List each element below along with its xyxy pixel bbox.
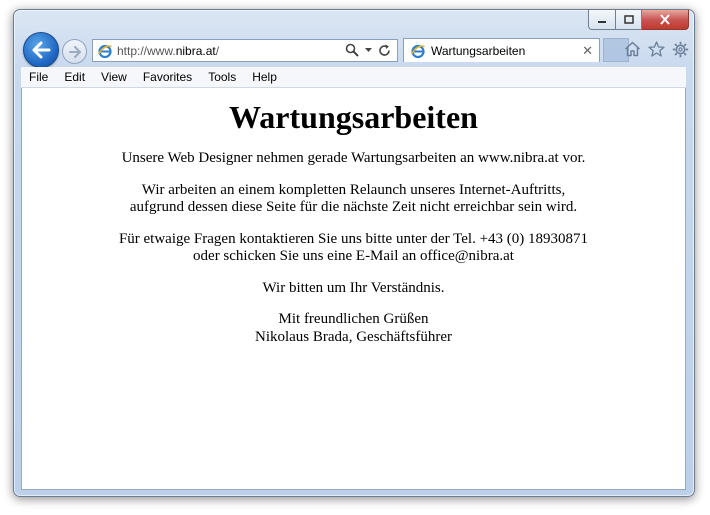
settings-button[interactable]: [671, 40, 689, 58]
paragraph-intro: Unsere Web Designer nehmen gerade Wartun…: [22, 150, 685, 168]
paragraph-line: Wir bitten um Ihr Verständnis.: [262, 279, 445, 296]
menu-favorites[interactable]: Favorites: [135, 67, 200, 88]
ie-logo-icon: [97, 44, 112, 58]
paragraph-relaunch: Wir arbeiten an einem kompletten Relaunc…: [22, 182, 685, 217]
gear-icon: [672, 41, 688, 57]
address-url[interactable]: http://www.nibra.at/: [117, 44, 219, 58]
paragraph-line: Für etwaige Fragen kontaktieren Sie uns …: [118, 230, 589, 247]
window-caption-buttons: [588, 10, 689, 30]
tab-close-icon[interactable]: ✕: [582, 43, 593, 59]
paragraph-line: Mit freundlichen Grüßen: [278, 311, 429, 327]
paragraph-line: aufgrund dessen diese Seite für die näch…: [129, 199, 578, 215]
menu-edit[interactable]: Edit: [56, 67, 93, 88]
paragraph-line: oder schicken Sie uns eine E-Mail an off…: [193, 248, 514, 264]
star-icon: [647, 41, 665, 57]
menu-view[interactable]: View: [93, 67, 135, 88]
menu-file[interactable]: File: [21, 67, 56, 88]
ie-logo-icon: [410, 44, 425, 58]
chevron-down-icon[interactable]: [365, 47, 372, 53]
paragraph-signature: Mit freundlichen Grüßen Nikolaus Brada, …: [22, 311, 685, 346]
paragraph-contact: Für etwaige Fragen kontaktieren Sie uns …: [22, 231, 685, 266]
minimize-button[interactable]: [588, 10, 616, 30]
page-content: Wartungsarbeiten Unsere Web Designer neh…: [21, 88, 686, 490]
favorites-button[interactable]: [647, 40, 665, 58]
forward-arrow-icon: [68, 45, 81, 58]
maximize-button[interactable]: [616, 10, 642, 30]
browser-window: http://www.nibra.at/ Wartungsarbeiten ✕: [13, 9, 695, 497]
refresh-icon[interactable]: [378, 44, 391, 57]
menu-help[interactable]: Help: [244, 67, 285, 88]
forward-button[interactable]: [62, 39, 87, 64]
toolbar-icons: [611, 40, 689, 58]
paragraph-line: Nikolaus Brada, Geschäftsführer: [254, 328, 452, 345]
home-button[interactable]: [623, 40, 641, 58]
home-icon: [624, 41, 640, 57]
paragraph-line: Wir arbeiten an einem kompletten Relaunc…: [141, 181, 566, 198]
back-button[interactable]: [23, 32, 59, 68]
close-icon: [660, 14, 670, 25]
search-icon[interactable]: [345, 43, 359, 57]
close-button[interactable]: [642, 10, 689, 30]
paragraph-understanding: Wir bitten um Ihr Verständnis.: [22, 280, 685, 298]
address-tools: [345, 43, 391, 57]
page-title: Wartungsarbeiten: [229, 99, 478, 135]
tab-title: Wartungsarbeiten: [431, 43, 526, 58]
menu-tools[interactable]: Tools: [200, 67, 244, 88]
tab-wartungsarbeiten[interactable]: Wartungsarbeiten ✕: [403, 38, 600, 62]
menu-bar: File Edit View Favorites Tools Help: [21, 67, 686, 88]
address-bar[interactable]: http://www.nibra.at/: [92, 39, 398, 62]
minimize-icon: [598, 20, 606, 23]
paragraph-line: Unsere Web Designer nehmen gerade Wartun…: [121, 150, 586, 166]
back-arrow-icon: [32, 41, 51, 59]
maximize-icon: [623, 14, 634, 24]
